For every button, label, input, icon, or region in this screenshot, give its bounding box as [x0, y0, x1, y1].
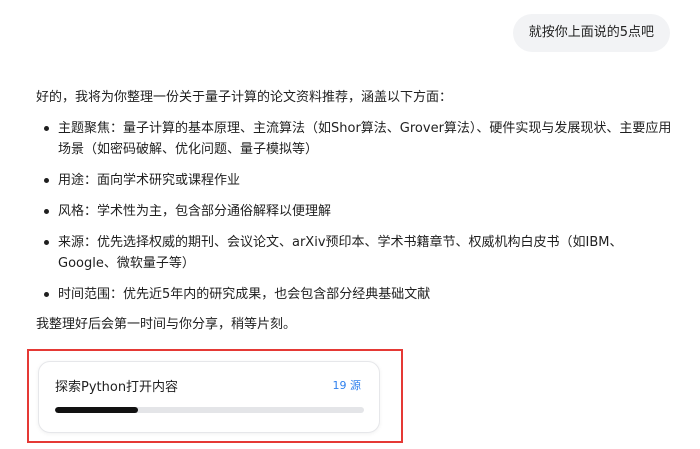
list-item-text: 风格：学术性为主，包含部分通俗解释以便理解 — [58, 204, 332, 219]
list-item-text: 时间范围：优先近5年内的研究成果，也会包含部分经典基础文献 — [58, 287, 431, 302]
bullet-dot — [44, 292, 49, 297]
progress-bar — [55, 407, 364, 413]
list-item: 时间范围：优先近5年内的研究成果，也会包含部分经典基础文献 — [36, 284, 676, 305]
chat-page: 就按你上面说的5点吧 好的，我将为你整理一份关于量子计算的论文资料推荐，涵盖以下… — [0, 0, 700, 449]
bullet-dot — [44, 240, 49, 245]
assistant-reply: 好的，我将为你整理一份关于量子计算的论文资料推荐，涵盖以下方面： 主题聚焦：量子… — [36, 88, 676, 335]
source-count-link[interactable]: 19 源 — [333, 377, 362, 393]
reply-intro: 好的，我将为你整理一份关于量子计算的论文资料推荐，涵盖以下方面： — [36, 90, 453, 105]
reply-outro: 我整理好后会第一时间与你分享，稍等片刻。 — [36, 317, 297, 332]
list-item: 风格：学术性为主，包含部分通俗解释以便理解 — [36, 201, 676, 222]
list-item-text: 主题聚焦：量子计算的基本原理、主流算法（如Shor算法、Grover算法）、硬件… — [58, 121, 672, 157]
progress-card-title: 探索Python打开内容 — [55, 380, 179, 395]
progress-bar-fill — [55, 407, 139, 413]
list-item-text: 来源：优先选择权威的期刊、会议论文、arXiv预印本、学术书籍章节、权威机构白皮… — [58, 235, 623, 271]
bullet-dot — [44, 178, 49, 183]
research-progress-card[interactable]: 探索Python打开内容 19 源 — [38, 361, 380, 433]
list-item: 来源：优先选择权威的期刊、会议论文、arXiv预印本、学术书籍章节、权威机构白皮… — [36, 232, 676, 274]
list-item: 主题聚焦：量子计算的基本原理、主流算法（如Shor算法、Grover算法）、硬件… — [36, 118, 676, 160]
list-item: 用途：面向学术研究或课程作业 — [36, 170, 676, 191]
list-item-text: 用途：面向学术研究或课程作业 — [58, 173, 241, 188]
reply-points-list: 主题聚焦：量子计算的基本原理、主流算法（如Shor算法、Grover算法）、硬件… — [36, 118, 676, 305]
bullet-dot — [44, 209, 49, 214]
bullet-dot — [44, 126, 49, 131]
user-message-bubble: 就按你上面说的5点吧 — [512, 14, 670, 52]
